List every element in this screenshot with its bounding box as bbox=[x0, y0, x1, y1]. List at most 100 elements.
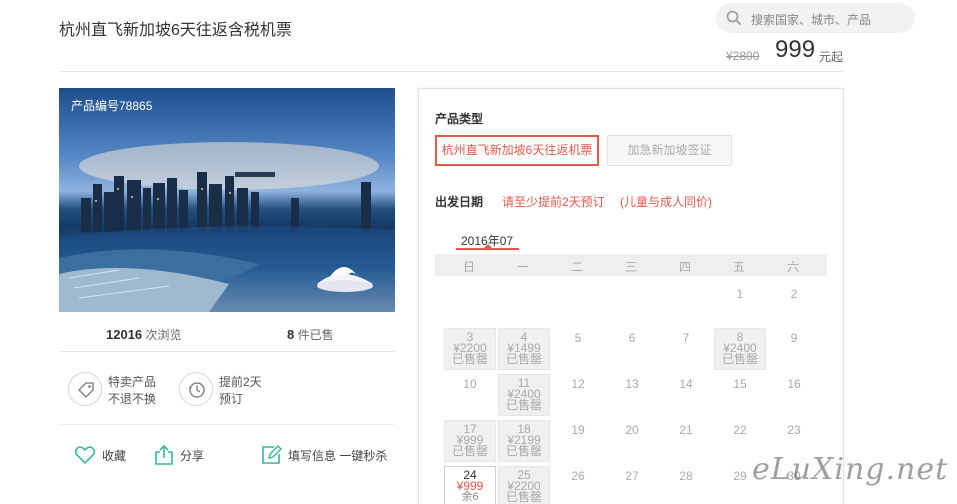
share-icon bbox=[155, 444, 173, 465]
calendar-day: 8 ¥2400 已售罄 bbox=[714, 328, 766, 370]
section-divider bbox=[59, 424, 395, 425]
booking-hint: 请至少提前2天预订 bbox=[502, 195, 605, 209]
child-price-hint: (儿童与成人同价) bbox=[620, 195, 712, 209]
tag-icon bbox=[78, 382, 94, 398]
calendar-day: 10 bbox=[444, 376, 496, 392]
month-underline bbox=[456, 248, 519, 250]
weekday: 三 bbox=[624, 260, 637, 274]
weekday: 日 bbox=[462, 260, 475, 274]
product-code: 产品编号78865 bbox=[71, 99, 153, 113]
view-count: 12016 次浏览 bbox=[106, 327, 182, 342]
calendar-day: 15 bbox=[714, 376, 766, 392]
option-flight-ticket[interactable]: 杭州直飞新加坡6天往返机票 bbox=[435, 135, 599, 166]
day-status: 已售罄 bbox=[721, 352, 758, 366]
calendar-day: 1 bbox=[714, 286, 766, 302]
calendar-day: 21 bbox=[660, 422, 712, 438]
calendar-day: 26 bbox=[552, 468, 604, 484]
calendar-day: 12 bbox=[552, 376, 604, 392]
weekday-header: 日 一 二 三 四 五 六 bbox=[435, 254, 827, 276]
badge-line1: 提前2天 bbox=[219, 375, 262, 389]
favorite-label: 收藏 bbox=[102, 448, 127, 463]
weekday: 四 bbox=[678, 260, 691, 274]
original-price: ¥2800 bbox=[726, 49, 760, 63]
day-number: 16 bbox=[787, 377, 801, 391]
search-box[interactable]: 搜索国家、城市、产品 bbox=[716, 3, 915, 33]
sold-count: 8 件已售 bbox=[287, 327, 334, 342]
day-number: 13 bbox=[625, 377, 639, 391]
weekday: 二 bbox=[570, 260, 583, 274]
calendar-day: 3 ¥2200 已售罄 bbox=[444, 328, 496, 370]
product-type-label: 产品类型 bbox=[435, 112, 484, 126]
current-price: 999 bbox=[775, 36, 816, 63]
day-number: 12 bbox=[571, 377, 585, 391]
day-number: 9 bbox=[790, 331, 798, 345]
departure-date-label: 出发日期 bbox=[435, 195, 484, 209]
product-photo: 产品编号78865 bbox=[59, 88, 395, 312]
day-status: 已售罄 bbox=[451, 352, 488, 366]
calendar-day: 19 bbox=[552, 422, 604, 438]
calendar-day[interactable]: 24 ¥999 余6 bbox=[444, 466, 496, 504]
header-divider bbox=[59, 71, 843, 72]
search-icon bbox=[726, 10, 742, 26]
calendar-day: 14 bbox=[660, 376, 712, 392]
day-number: 26 bbox=[571, 469, 585, 483]
calendar-day: 28 bbox=[660, 468, 712, 484]
month-indicator bbox=[484, 244, 492, 248]
day-number: 2 bbox=[790, 287, 798, 301]
weekday: 六 bbox=[786, 260, 799, 274]
singapore-skyline-image bbox=[59, 142, 395, 312]
calendar-day: 2 bbox=[768, 286, 820, 302]
page-title: 杭州直飞新加坡6天往返含税机票 bbox=[59, 22, 292, 39]
calendar-day: 5 bbox=[552, 330, 604, 346]
day-number: 27 bbox=[625, 469, 639, 483]
calendar-day: 17 ¥999 已售罄 bbox=[444, 420, 496, 462]
fill-info-label: 填写信息 一键秒杀 bbox=[288, 448, 388, 463]
calendar-day: 27 bbox=[606, 468, 658, 484]
price-unit: 元起 bbox=[819, 50, 844, 64]
badge-line2: 不退不换 bbox=[108, 392, 157, 406]
fill-info-button[interactable]: 填写信息 一键秒杀 bbox=[260, 444, 387, 466]
share-label: 分享 bbox=[180, 448, 205, 463]
weekday: 五 bbox=[732, 260, 745, 274]
product-stats: 12016 次浏览 8 件已售 bbox=[59, 320, 395, 352]
day-status: 已售罄 bbox=[505, 444, 542, 458]
day-number: 23 bbox=[787, 423, 801, 437]
day-number: 22 bbox=[733, 423, 747, 437]
clock-icon bbox=[189, 382, 205, 398]
day-number: 14 bbox=[679, 377, 693, 391]
calendar-day: 9 bbox=[768, 330, 820, 346]
day-number: 5 bbox=[574, 331, 582, 345]
calendar-day: 11 ¥2400 已售罄 bbox=[498, 374, 550, 416]
day-number: 7 bbox=[682, 331, 690, 345]
day-status: 已售罄 bbox=[451, 444, 488, 458]
watermark: eLuXing.net bbox=[752, 452, 949, 487]
day-number: 28 bbox=[679, 469, 693, 483]
day-number: 15 bbox=[733, 377, 747, 391]
day-status: 已售罄 bbox=[505, 398, 542, 412]
day-number: 6 bbox=[628, 331, 636, 345]
calendar-day: 16 bbox=[768, 376, 820, 392]
day-number: 20 bbox=[625, 423, 639, 437]
day-status: 余6 bbox=[461, 491, 479, 503]
badge-line1: 特卖产品 bbox=[108, 375, 157, 389]
day-number: 1 bbox=[736, 287, 744, 301]
calendar-day: 6 bbox=[606, 330, 658, 346]
day-number: 21 bbox=[679, 423, 693, 437]
calendar-day: 7 bbox=[660, 330, 712, 346]
weekday: 一 bbox=[516, 260, 529, 274]
option-visa[interactable]: 加急新加坡签证 bbox=[607, 135, 732, 166]
day-number: 10 bbox=[463, 377, 477, 391]
favorite-button[interactable]: 收藏 bbox=[74, 444, 126, 466]
search-placeholder: 搜索国家、城市、产品 bbox=[751, 13, 872, 27]
calendar-day: 4 ¥1499 已售罄 bbox=[498, 328, 550, 370]
calendar-day: 20 bbox=[606, 422, 658, 438]
edit-icon bbox=[262, 445, 282, 464]
calendar-day: 18 ¥2199 已售罄 bbox=[498, 420, 550, 462]
day-status: 已售罄 bbox=[505, 490, 542, 504]
calendar-day: 25 ¥2200 已售罄 bbox=[498, 466, 550, 504]
share-button[interactable]: 分享 bbox=[154, 444, 204, 466]
badge-line2: 预订 bbox=[219, 392, 244, 406]
calendar-day: 13 bbox=[606, 376, 658, 392]
calendar-day: 23 bbox=[768, 422, 820, 438]
calendar-day: 22 bbox=[714, 422, 766, 438]
